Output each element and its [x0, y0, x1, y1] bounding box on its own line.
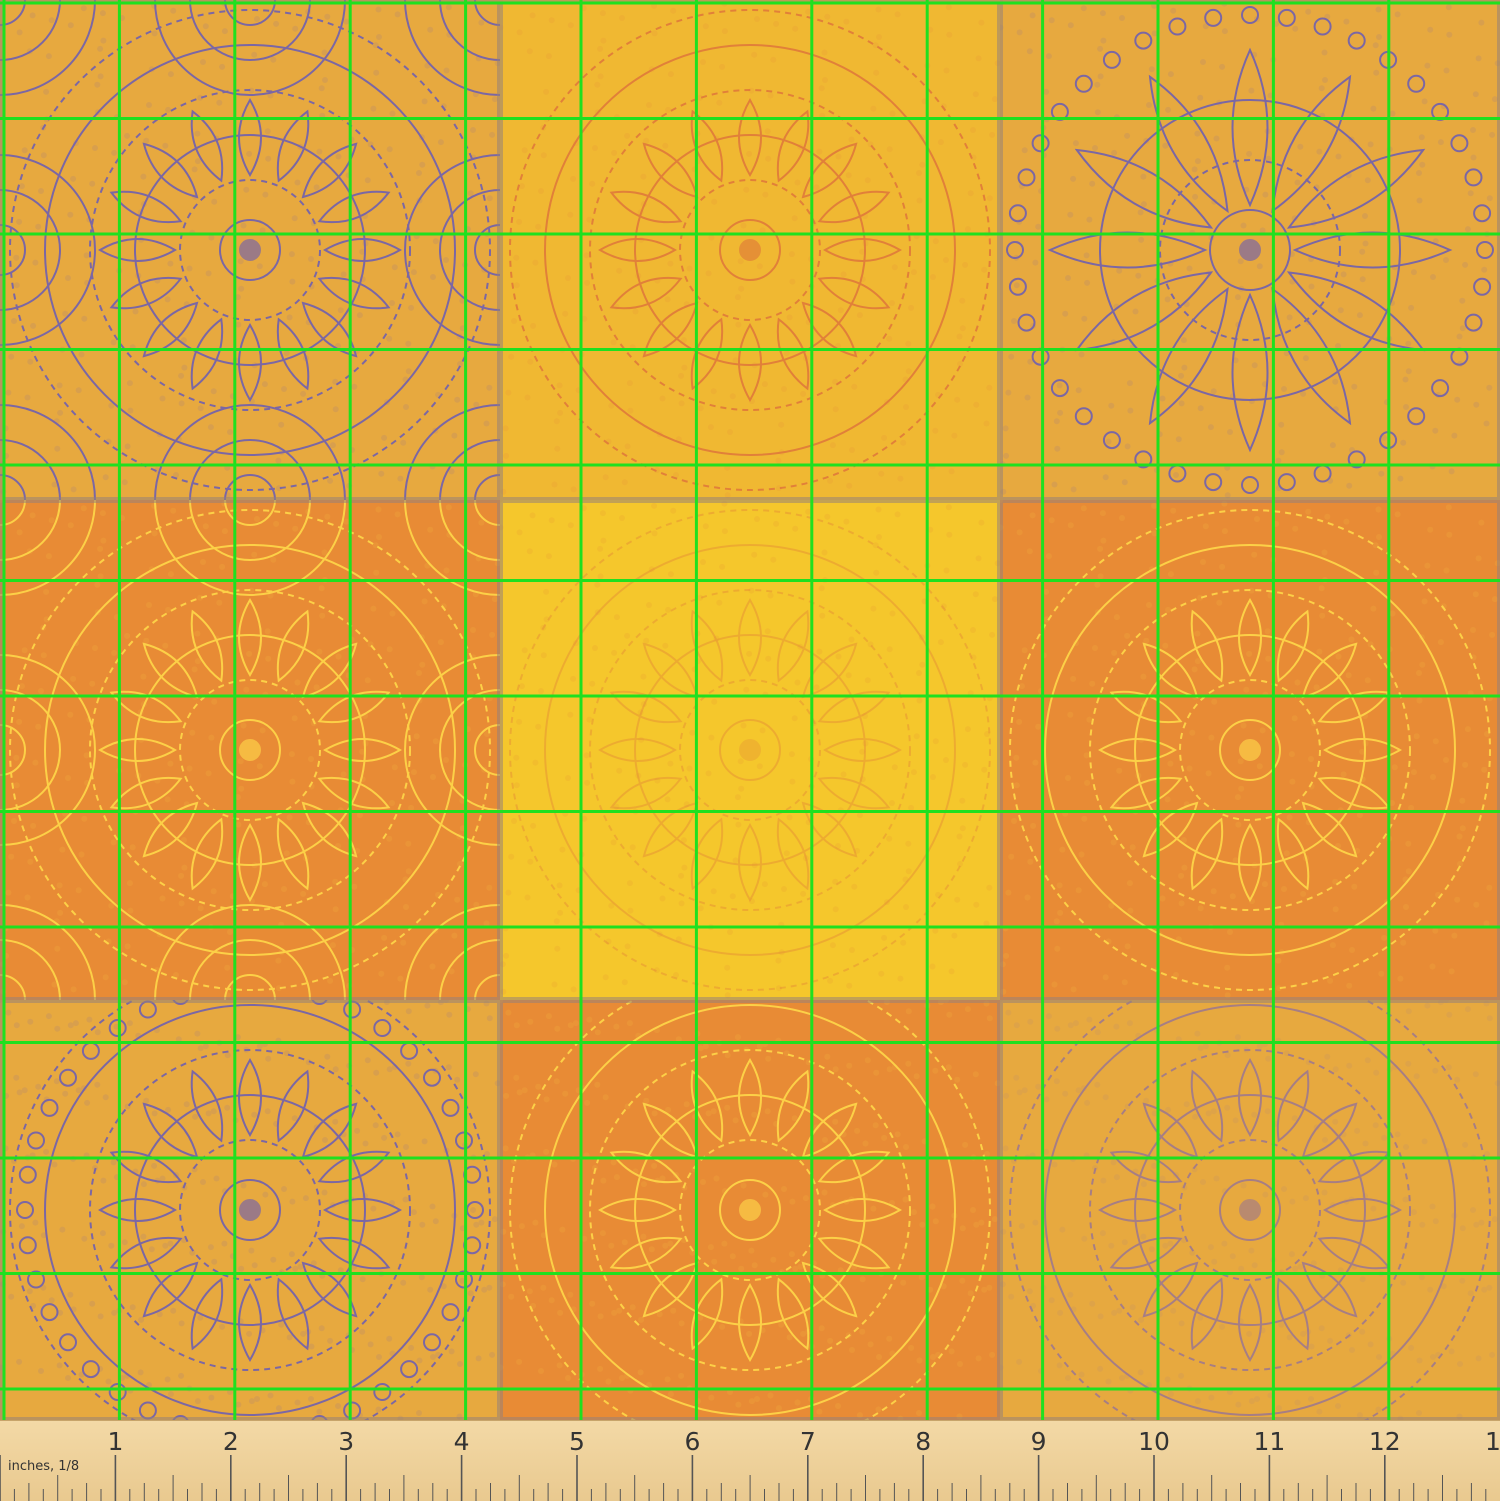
ruler-number: 3 [338, 1427, 355, 1456]
pattern-motif [0, 0, 500, 500]
panel-orange-middle-right [1000, 500, 1500, 1000]
panel-purple-mandala-bottom-left [0, 1000, 500, 1420]
pattern-motif [1000, 1000, 1500, 1420]
pattern-motif [1000, 0, 1500, 499]
pattern-motif [0, 500, 500, 1000]
ruler-number: 5 [569, 1427, 585, 1456]
panel-purple-flower-top-right [1000, 0, 1500, 500]
panel-orange-lace-middle-left [0, 500, 500, 1000]
ruler-number: 12 [1368, 1427, 1401, 1456]
pattern-motif [0, 1000, 500, 1420]
ruler-unit-label: inches, 1/8 [8, 1459, 80, 1474]
panel-purple-mandala-top-left [0, 0, 500, 500]
pattern-motif [1000, 500, 1500, 999]
ruler-number: 1 [1485, 1427, 1500, 1456]
panel-tan-bottom-right [1000, 1000, 1500, 1420]
pattern-motif [500, 500, 1000, 999]
pattern-motif [500, 0, 1000, 499]
ruler-number: 1 [107, 1427, 124, 1456]
ruler-number: 11 [1253, 1427, 1286, 1456]
ruler-number: 6 [684, 1427, 701, 1456]
fabric-swatch [0, 0, 1500, 1420]
panel-orange-mandala-top-center [500, 0, 1000, 500]
ruler-number: 10 [1138, 1427, 1170, 1456]
ruler-number: 9 [1030, 1427, 1047, 1456]
panel-yellow-center [500, 500, 1000, 1000]
ruler: 1 2 3 4 5 6 7 8 9 10 11 12 1 inches, 1/8 [0, 1420, 1500, 1501]
pattern-motif [500, 1000, 1000, 1420]
ruler-number: 7 [799, 1427, 816, 1456]
ruler-number: 8 [915, 1427, 932, 1456]
ruler-number: 4 [453, 1427, 470, 1456]
ruler-number: 2 [222, 1427, 239, 1456]
panel-orange-bottom-center [500, 1000, 1000, 1420]
